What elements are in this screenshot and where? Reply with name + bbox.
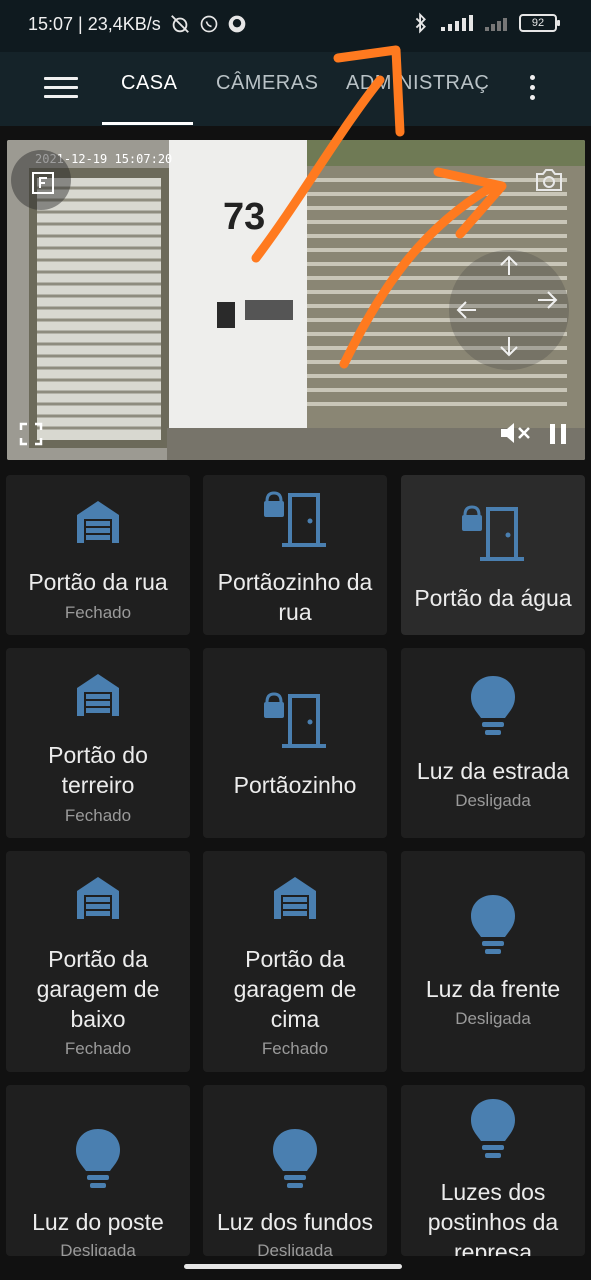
fullscreen-icon[interactable] xyxy=(19,422,43,446)
tile-state: Desligada xyxy=(455,791,531,810)
tile-name: Luz dos fundos xyxy=(216,1209,373,1235)
tab-cameras[interactable]: CÂMERAS xyxy=(216,72,318,95)
tile-name: Portão da água xyxy=(414,585,572,611)
tile-name: Portãozinho da rua xyxy=(217,569,373,625)
tile-portao-da-agua[interactable]: Portão da água xyxy=(401,475,585,635)
whatsapp-icon xyxy=(200,15,218,33)
bulb-icon xyxy=(273,1129,317,1188)
tile-state: Fechado xyxy=(261,1039,329,1058)
tile-state: Fechado xyxy=(64,1039,132,1058)
tile-name: Portãozinho xyxy=(233,772,357,798)
camera-feed[interactable]: 2021-12-19 15:07:20 73 xyxy=(7,140,585,460)
github-icon xyxy=(228,15,246,33)
bulb-icon xyxy=(471,676,515,735)
status-time-speed: 15:07 | 23,4KB/s xyxy=(28,13,161,34)
signal-weak-icon xyxy=(485,18,507,31)
pause-icon[interactable] xyxy=(547,422,569,446)
mute-icon[interactable] xyxy=(499,420,533,446)
alarm-off-icon xyxy=(170,15,189,33)
f-icon xyxy=(32,172,54,194)
tile-name: Portão do terreiro xyxy=(48,742,148,798)
tile-portao-do-terreiro[interactable]: Portão do terreiro Fechado xyxy=(6,648,190,838)
tile-state: Desligada xyxy=(60,1241,136,1256)
tile-portao-da-garagem-de-baixo[interactable]: Portão da garagem de baixo Fechado xyxy=(6,851,190,1072)
door-lock-icon xyxy=(462,505,524,561)
garage-icon xyxy=(274,877,316,919)
house-number: 73 xyxy=(223,196,266,238)
arrow-down-icon[interactable] xyxy=(497,334,521,358)
signal-icon xyxy=(441,15,473,31)
tile-state: Fechado xyxy=(64,603,132,622)
tile-state: Fechado xyxy=(64,806,132,825)
tile-name: Luz do poste xyxy=(32,1209,164,1235)
tile-luz-do-poste[interactable]: Luz do poste Desligada xyxy=(6,1085,190,1256)
tile-name: Portão da garagem de cima xyxy=(233,946,357,1032)
bulb-icon xyxy=(471,1099,515,1158)
home-indicator[interactable] xyxy=(184,1264,402,1269)
arrow-right-icon[interactable] xyxy=(535,288,559,312)
more-options-icon[interactable] xyxy=(522,70,542,104)
tab-administracao[interactable]: ADMINISTRAÇ xyxy=(346,72,496,95)
tile-luz-da-estrada[interactable]: Luz da estrada Desligada xyxy=(401,648,585,838)
tab-casa[interactable]: CASA xyxy=(121,72,177,95)
battery-icon: 92 xyxy=(519,14,560,32)
bulb-icon xyxy=(76,1129,120,1188)
arrow-left-icon[interactable] xyxy=(455,298,479,322)
door-lock-icon xyxy=(264,692,326,748)
active-tab-indicator xyxy=(102,122,193,125)
tile-portaozinho[interactable]: Portãozinho xyxy=(203,648,387,838)
tile-name: Portão da rua xyxy=(28,569,168,595)
arrow-up-icon[interactable] xyxy=(497,254,521,278)
tile-name: Portão da garagem de baixo xyxy=(36,946,160,1032)
status-bar: 15:07 | 23,4KB/s 92 xyxy=(0,0,591,52)
tile-portao-da-garagem-de-cima[interactable]: Portão da garagem de cima Fechado xyxy=(203,851,387,1072)
tile-state: Desligada xyxy=(257,1241,333,1256)
camera-mode-button[interactable] xyxy=(11,150,71,210)
garage-icon xyxy=(77,877,119,919)
tile-luz-da-frente[interactable]: Luz da frente Desligada xyxy=(401,851,585,1072)
ptz-control[interactable] xyxy=(449,250,569,370)
garage-icon xyxy=(77,501,119,543)
tile-name: Luz da estrada xyxy=(416,758,570,784)
tile-portao-da-rua[interactable]: Portão da rua Fechado xyxy=(6,475,190,635)
bulb-icon xyxy=(471,895,515,954)
tile-luzes-dos-postinhos-da-represa[interactable]: Luzes dos postinhos da represa xyxy=(401,1085,585,1256)
tile-portaozinho-da-rua[interactable]: Portãozinho da rua xyxy=(203,475,387,635)
tile-luz-dos-fundos[interactable]: Luz dos fundos Desligada xyxy=(203,1085,387,1256)
app-bar: CASA CÂMERAS ADMINISTRAÇ xyxy=(0,52,591,126)
menu-icon[interactable] xyxy=(44,70,78,104)
garage-icon xyxy=(77,674,119,716)
camera-snapshot-icon[interactable] xyxy=(533,166,565,194)
door-lock-icon xyxy=(264,491,326,547)
tile-state: Desligada xyxy=(455,1009,531,1028)
tile-name: Luz da frente xyxy=(425,976,561,1002)
tile-name: Luzes dos postinhos da represa xyxy=(427,1179,559,1256)
bluetooth-icon xyxy=(415,12,426,34)
